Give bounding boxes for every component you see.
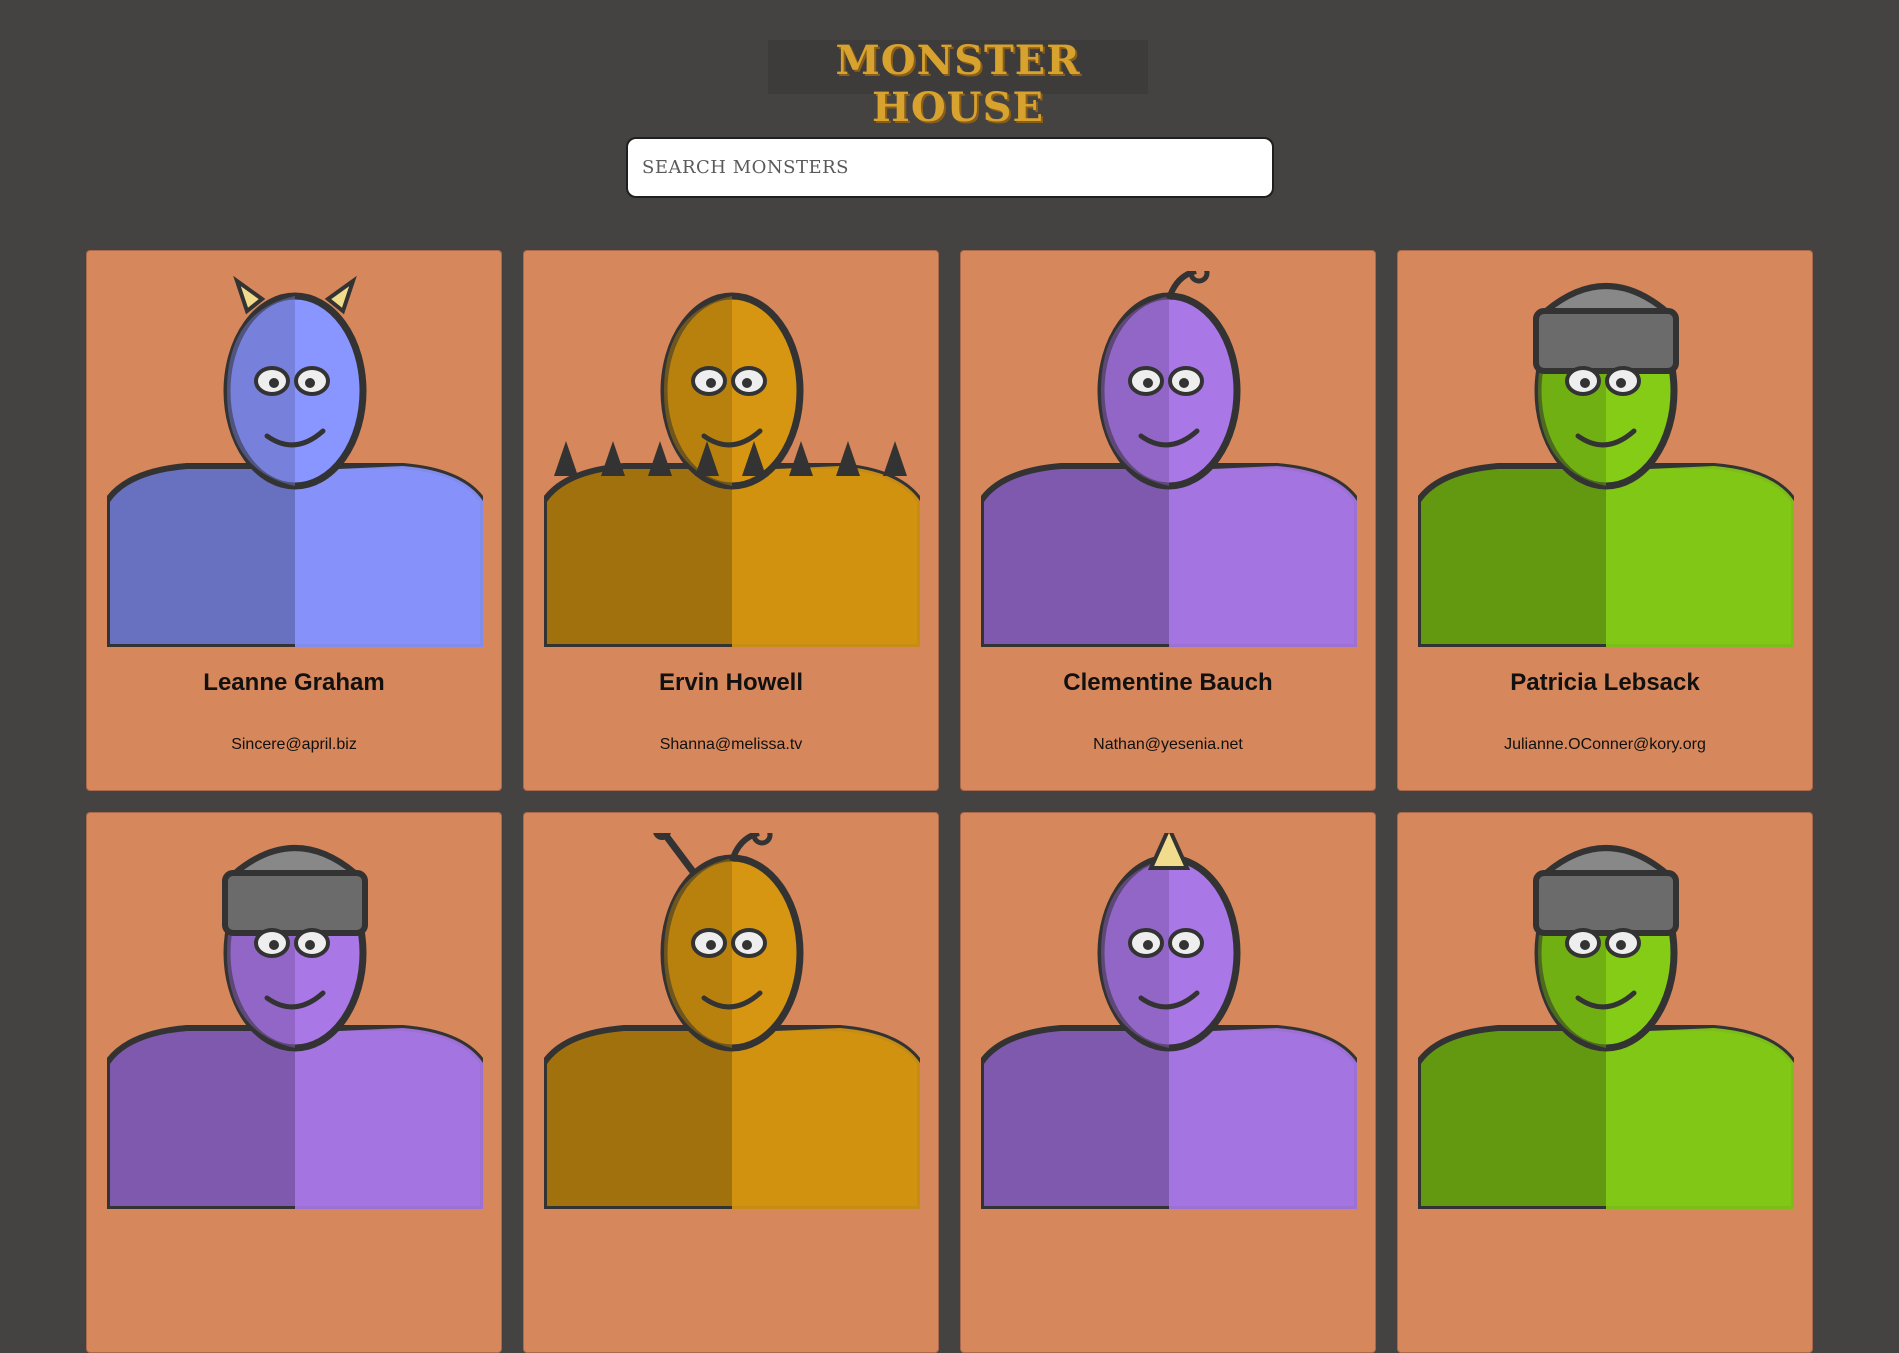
monster-email: Sincere@april.biz <box>231 736 357 753</box>
monster-grid: Leanne Graham Sincere@april.biz Ervin Ho… <box>86 250 1813 1353</box>
monster-avatar-image <box>544 292 920 647</box>
monster-card[interactable]: Clementine Bauch Nathan@yesenia.net <box>960 250 1376 791</box>
monster-avatar-image <box>107 275 483 647</box>
monster-card[interactable] <box>960 812 1376 1353</box>
monster-card[interactable] <box>1397 812 1813 1353</box>
logo-container: MONSTER HOUSE <box>768 37 1148 131</box>
monster-card[interactable] <box>523 812 939 1353</box>
monster-card[interactable]: Ervin Howell Shanna@melissa.tv <box>523 250 939 791</box>
monster-name: Patricia Lebsack <box>1510 669 1700 696</box>
site-logo: MONSTER HOUSE <box>835 37 1081 131</box>
monster-avatar-image <box>981 271 1357 647</box>
monster-card[interactable] <box>86 812 502 1353</box>
monster-name: Ervin Howell <box>658 669 804 696</box>
monster-avatar-image <box>1418 283 1794 647</box>
monster-email: Shanna@melissa.tv <box>659 736 803 753</box>
monster-card[interactable]: Patricia Lebsack Julianne.OConner@kory.o… <box>1397 250 1813 791</box>
monster-name: Clementine Bauch <box>1063 669 1273 696</box>
monster-email: Julianne.OConner@kory.org <box>1504 736 1706 753</box>
monster-avatar-image <box>544 833 920 1209</box>
monster-avatar-image <box>981 833 1357 1209</box>
monster-name: Leanne Graham <box>203 669 385 696</box>
monster-avatar-image <box>107 845 483 1209</box>
monster-avatar-image <box>1418 845 1794 1209</box>
search-input[interactable] <box>626 137 1274 198</box>
monster-card[interactable]: Leanne Graham Sincere@april.biz <box>86 250 502 791</box>
monster-email: Nathan@yesenia.net <box>1093 736 1243 753</box>
